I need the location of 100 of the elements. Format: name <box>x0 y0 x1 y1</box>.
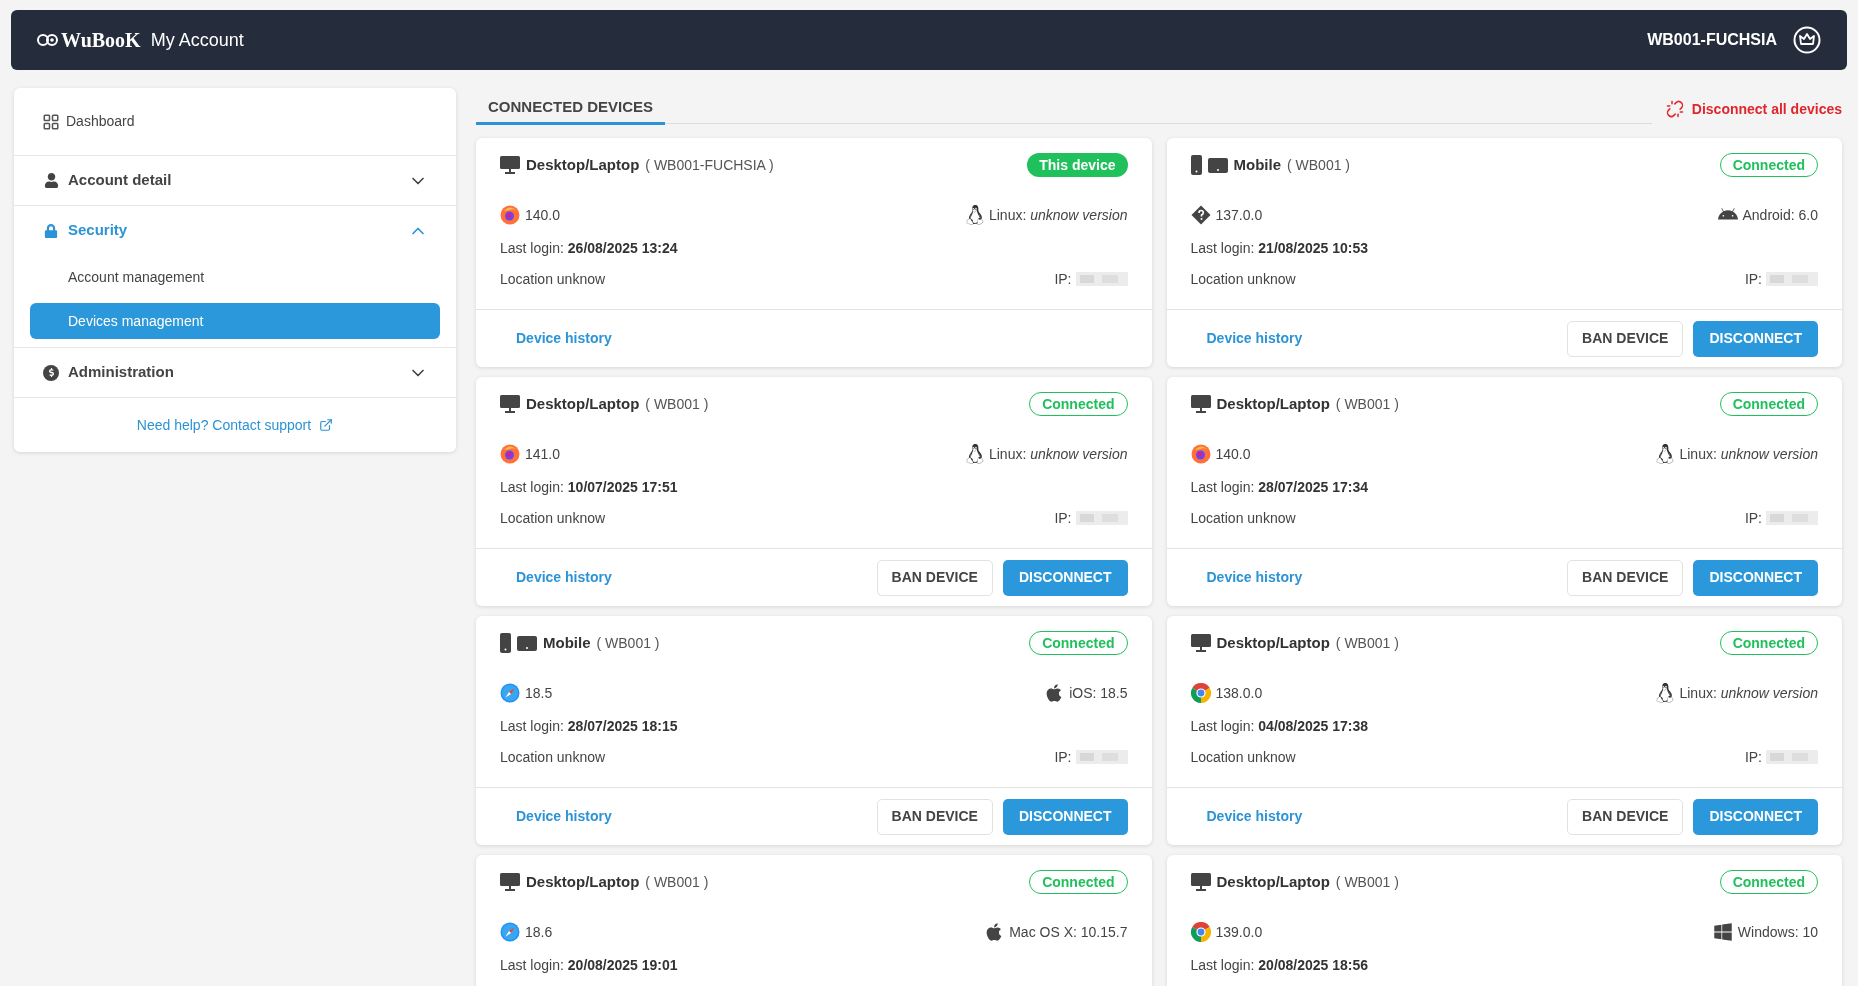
external-link-icon[interactable] <box>319 418 334 432</box>
penguin-icon <box>965 205 984 225</box>
crown-icon[interactable] <box>1793 26 1821 54</box>
last-login-value: 20/08/2025 19:01 <box>567 955 678 975</box>
device-account: ( WB001 ) <box>1335 872 1399 892</box>
browser-version: 18.5 <box>525 683 553 703</box>
browser-version: 18.6 <box>525 922 553 942</box>
status-badge: This device <box>1027 153 1128 177</box>
device-history-link[interactable]: Device history <box>1206 328 1303 349</box>
compass-icon <box>500 922 520 942</box>
monitor-icon <box>500 873 520 891</box>
device-history-link[interactable]: Device history <box>516 328 612 349</box>
os-version: Android: 6.0 <box>1742 205 1818 225</box>
ip-label: IP: <box>1744 508 1762 528</box>
user-icon <box>43 173 59 188</box>
disconnect-button[interactable]: DISCONNECT <box>1693 320 1818 357</box>
ip-label: IP: <box>1744 269 1762 289</box>
disconnect-all-link[interactable]: Disconnect all devices <box>1691 98 1842 120</box>
os-version: Linux: unknow version <box>988 205 1128 225</box>
device-type: Desktop/Laptop <box>1216 393 1330 414</box>
lock-icon <box>44 223 58 238</box>
dashboard-icon <box>42 112 60 131</box>
ban-device-button[interactable]: BAN DEVICE <box>1567 798 1684 835</box>
ip-label: IP: <box>1054 269 1072 289</box>
sidebar-group[interactable]: Administration <box>68 361 174 384</box>
os-version: Linux: unknow version <box>988 444 1128 464</box>
ip-label: IP: <box>1054 508 1072 528</box>
device-account: ( WB001 ) <box>1335 633 1399 653</box>
blurred-value-icon <box>1766 750 1818 764</box>
account-name: WB001-FUCHSIA <box>1647 30 1777 50</box>
browser-version: 141.0 <box>525 444 561 464</box>
blurred-value-icon <box>1075 272 1128 286</box>
sidebar-subitem[interactable]: Devices management <box>30 303 440 339</box>
logo-icon <box>37 32 59 48</box>
support-link[interactable]: Need help? Contact support <box>136 414 312 436</box>
monitor-icon <box>1190 873 1211 891</box>
monitor-icon <box>1190 395 1211 413</box>
device-type: Desktop/Laptop <box>526 871 640 892</box>
sidebar-group[interactable]: Security <box>68 219 128 242</box>
os-version: Linux: unknow version <box>1679 683 1818 703</box>
disconnect-button[interactable]: DISCONNECT <box>1693 559 1818 596</box>
sidebar-subitem[interactable]: Account management <box>30 259 440 295</box>
chrome-icon <box>1190 922 1211 942</box>
compass-icon <box>500 683 520 703</box>
ban-device-button[interactable]: BAN DEVICE <box>876 559 993 596</box>
disconnect-button[interactable]: DISCONNECT <box>1002 559 1128 596</box>
device-account: ( WB001 ) <box>645 394 709 414</box>
location-text: Location unknow <box>1190 269 1296 289</box>
ban-device-button[interactable]: BAN DEVICE <box>1567 559 1684 596</box>
dollar-icon <box>43 364 59 381</box>
penguin-icon <box>1656 683 1675 703</box>
browser-version: 138.0.0 <box>1215 683 1263 703</box>
penguin-icon <box>965 444 984 464</box>
browser-version: 140.0 <box>1215 444 1251 464</box>
sidebar-group[interactable]: Account detail <box>68 169 172 192</box>
tablet-icon <box>517 635 537 651</box>
monitor-icon <box>500 156 520 174</box>
ip-label: IP: <box>1054 747 1072 767</box>
disconnect-button[interactable]: DISCONNECT <box>1693 798 1818 835</box>
windows-icon <box>1712 922 1733 942</box>
firefox-icon <box>500 444 520 464</box>
ban-device-button[interactable]: BAN DEVICE <box>876 798 993 835</box>
os-version: Linux: unknow version <box>1679 444 1818 464</box>
last-login-value: 04/08/2025 17:38 <box>1258 716 1369 736</box>
firefox-icon <box>500 205 520 225</box>
browser-version: 139.0.0 <box>1215 922 1263 942</box>
disconnect-button[interactable]: DISCONNECT <box>1002 798 1128 835</box>
monitor-icon <box>500 395 520 413</box>
last-login-value: 20/08/2025 18:56 <box>1258 955 1369 975</box>
device-history-link[interactable]: Device history <box>1206 806 1303 827</box>
device-history-link[interactable]: Device history <box>1206 567 1303 588</box>
last-login-value: 28/07/2025 18:15 <box>567 716 678 736</box>
tab[interactable]: CONNECTED DEVICES <box>476 95 666 125</box>
blurred-value-icon <box>1075 511 1128 525</box>
last-login-value: 26/08/2025 13:24 <box>567 238 678 258</box>
chrome-icon <box>1190 683 1211 703</box>
browser-version: 140.0 <box>525 205 561 225</box>
sidebar-item[interactable]: Dashboard <box>66 111 135 132</box>
unlink-icon[interactable] <box>1665 100 1684 118</box>
page-title: My Account <box>150 28 244 52</box>
phone-icon <box>500 633 511 653</box>
last-login-label: Last login: <box>1190 716 1255 736</box>
last-login-label: Last login: <box>1190 477 1255 497</box>
device-history-link[interactable]: Device history <box>516 806 612 827</box>
last-login-value: 10/07/2025 17:51 <box>567 477 678 497</box>
location-text: Location unknow <box>1190 508 1296 528</box>
blurred-value-icon <box>1075 750 1128 764</box>
last-login-label: Last login: <box>1190 238 1255 258</box>
last-login-label: Last login: <box>500 716 564 736</box>
question-icon <box>1190 205 1211 225</box>
last-login-value: 28/07/2025 17:34 <box>1258 477 1369 497</box>
device-account: ( WB001 ) <box>645 872 709 892</box>
phone-icon <box>1190 155 1202 175</box>
last-login-value: 21/08/2025 10:53 <box>1258 238 1369 258</box>
last-login-label: Last login: <box>500 477 564 497</box>
device-type: Desktop/Laptop <box>526 154 640 175</box>
ban-device-button[interactable]: BAN DEVICE <box>1567 320 1684 357</box>
browser-version: 137.0.0 <box>1215 205 1263 225</box>
device-type: Desktop/Laptop <box>1216 632 1330 653</box>
device-history-link[interactable]: Device history <box>516 567 612 588</box>
